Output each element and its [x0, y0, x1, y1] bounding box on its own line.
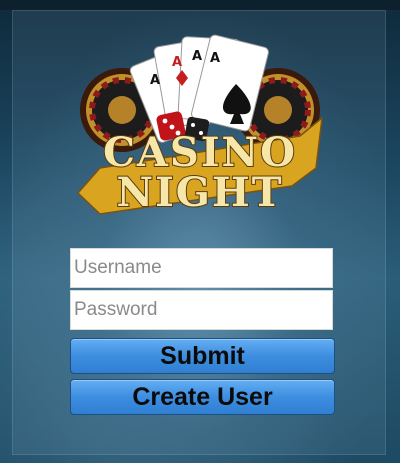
- top-bar: [0, 0, 400, 10]
- username-input[interactable]: [71, 257, 332, 279]
- logo-title-line2: NIGHT: [117, 169, 284, 216]
- submit-button[interactable]: Submit: [70, 338, 335, 374]
- casino-night-logo: A A A A CASINO NIGHT: [76, 34, 323, 217]
- svg-text:A: A: [172, 55, 182, 70]
- password-input[interactable]: [71, 299, 332, 321]
- app-screen: A A A A CASINO NIGHT Submit Create User: [0, 0, 400, 463]
- username-field[interactable]: [70, 248, 333, 288]
- svg-text:A: A: [150, 73, 160, 88]
- password-field[interactable]: [70, 290, 333, 330]
- svg-text:A: A: [210, 51, 220, 66]
- svg-text:A: A: [192, 49, 202, 64]
- create-user-button[interactable]: Create User: [70, 379, 335, 415]
